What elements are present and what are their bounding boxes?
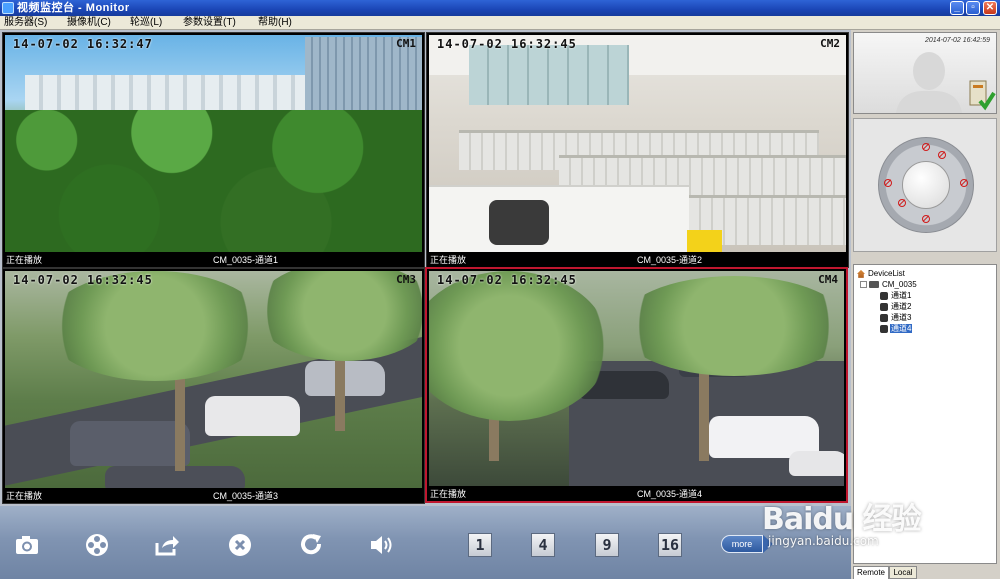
monitor-window: 视频监控台 - Monitor _ ▫ ✕ 服务器(S) 摄像机(C) 轮巡(L…: [0, 0, 1000, 579]
camera-icon: [880, 291, 888, 300]
split-16-button[interactable]: 16: [658, 533, 682, 557]
tab-remote[interactable]: Remote: [853, 566, 889, 579]
camera-status: 正在播放: [430, 489, 467, 499]
menu-settings[interactable]: 参数设置(T): [183, 16, 236, 30]
camera-status: 正在播放: [430, 255, 467, 265]
tab-local[interactable]: Local: [889, 566, 917, 579]
preview-timestamp: 2014-07-02 16:42:59: [925, 37, 990, 44]
camera-feed-4: [429, 271, 844, 486]
camera-view-2[interactable]: 14-07-02 16:32:45 CM2 正在播放 CM_0035-通道2: [426, 32, 849, 268]
minimize-button[interactable]: _: [950, 1, 964, 15]
camera-id: CM1: [396, 37, 416, 50]
camera-status: 正在播放: [6, 491, 43, 501]
ptz-right-icon[interactable]: [960, 179, 968, 187]
camera-view-1[interactable]: 14-07-02 16:32:47 CM1 正在播放 CM_0035-通道1: [2, 32, 425, 268]
house-icon: [857, 269, 865, 278]
ptz-down-icon[interactable]: [922, 215, 930, 223]
watermark-url: jingyan.baidu.com: [768, 534, 879, 548]
split-1-button[interactable]: 1: [468, 533, 492, 557]
ptz-control: [853, 118, 997, 252]
maximize-button[interactable]: ▫: [966, 1, 980, 15]
camera-timestamp: 14-07-02 16:32:47: [13, 37, 153, 51]
dvr-icon: [869, 281, 879, 289]
tree-root[interactable]: DeviceList: [857, 268, 906, 279]
stop-icon[interactable]: [227, 532, 253, 558]
camera-id: CM4: [818, 273, 838, 286]
menu-server[interactable]: 服务器(S): [4, 16, 47, 30]
tree-channel-2[interactable]: 通道2: [880, 301, 912, 312]
record-film-icon[interactable]: [84, 532, 110, 558]
tree-device[interactable]: CM_0035: [860, 279, 918, 290]
tree-channel-1[interactable]: 通道1: [880, 290, 912, 301]
camera-channel: CM_0035-通道1: [213, 255, 279, 265]
ptz-down-left-icon[interactable]: [898, 199, 906, 207]
camera-channel: CM_0035-通道4: [637, 489, 703, 499]
app-icon: [2, 2, 14, 14]
snapshot-camera-icon[interactable]: [14, 532, 40, 558]
camera-view-3[interactable]: 14-07-02 16:32:45 CM3 正在播放 CM_0035-通道3: [2, 268, 425, 504]
menu-camera[interactable]: 摄像机(C): [67, 16, 111, 30]
menu-patrol[interactable]: 轮巡(L): [130, 16, 162, 30]
window-title: 视频监控台 - Monitor: [17, 2, 130, 14]
user-preview: 2014-07-02 16:42:59: [853, 32, 997, 114]
server-check-icon: [969, 80, 996, 111]
panel-tabs: Remote Local: [853, 566, 997, 579]
export-icon[interactable]: [154, 532, 180, 558]
title-bar: 视频监控台 - Monitor _ ▫ ✕: [0, 0, 1000, 16]
volume-icon[interactable]: [368, 532, 394, 558]
camera-channel: CM_0035-通道2: [637, 255, 703, 265]
camera-icon: [880, 324, 888, 333]
split-9-button[interactable]: 9: [595, 533, 619, 557]
tree-channel-3[interactable]: 通道3: [880, 312, 912, 323]
camera-id: CM3: [396, 273, 416, 286]
menu-help[interactable]: 帮助(H): [258, 16, 292, 30]
camera-timestamp: 14-07-02 16:32:45: [437, 273, 577, 287]
collapse-icon[interactable]: [860, 281, 867, 289]
watermark-logo: Baidu 经验: [762, 502, 922, 537]
camera-feed-1: [5, 35, 422, 252]
ptz-center-button[interactable]: [902, 161, 950, 209]
baidu-watermark: Baidu 经验 jingyan.baidu.com: [762, 494, 948, 554]
user-silhouette-icon: [896, 52, 962, 113]
camera-icon: [880, 313, 888, 322]
refresh-icon[interactable]: [298, 532, 324, 558]
camera-feed-2: [429, 35, 846, 252]
menu-bar: 服务器(S) 摄像机(C) 轮巡(L) 参数设置(T) 帮助(H): [0, 16, 1000, 30]
ptz-left-icon[interactable]: [884, 179, 892, 187]
ptz-up-icon[interactable]: [922, 143, 930, 151]
camera-timestamp: 14-07-02 16:32:45: [437, 37, 577, 51]
camera-view-4[interactable]: 14-07-02 16:32:45 CM4 正在播放 CM_0035-通道4: [425, 267, 848, 503]
more-button[interactable]: more: [721, 535, 773, 553]
camera-icon: [880, 302, 888, 311]
camera-feed-3: [5, 271, 422, 488]
camera-status: 正在播放: [6, 255, 43, 265]
camera-channel: CM_0035-通道3: [213, 491, 279, 501]
camera-id: CM2: [820, 37, 840, 50]
split-4-button[interactable]: 4: [531, 533, 555, 557]
video-grid: 14-07-02 16:32:47 CM1 正在播放 CM_0035-通道1 1…: [0, 30, 851, 506]
bottom-toolbar: 1 4 9 16 more: [0, 506, 851, 579]
ptz-up-right-icon[interactable]: [938, 151, 946, 159]
camera-timestamp: 14-07-02 16:32:45: [13, 273, 153, 287]
close-button[interactable]: ✕: [983, 1, 997, 15]
tree-channel-4[interactable]: 通道4: [880, 323, 913, 334]
